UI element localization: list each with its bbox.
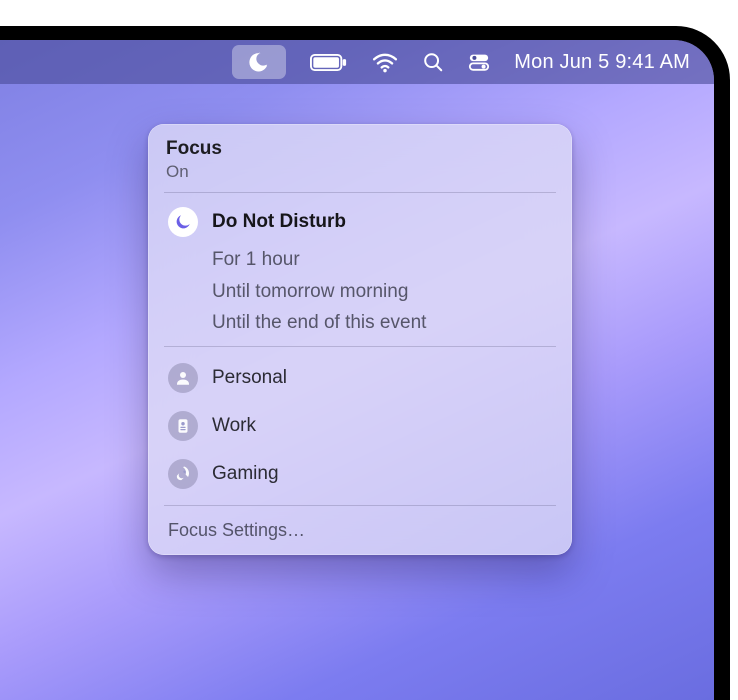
mode-personal[interactable]: Personal xyxy=(166,359,554,397)
battery-icon[interactable] xyxy=(310,53,348,72)
menu-bar-clock[interactable]: Mon Jun 5 9:41 AM xyxy=(514,51,690,74)
menu-bar: Mon Jun 5 9:41 AM xyxy=(0,40,714,84)
mode-gaming[interactable]: Gaming xyxy=(166,455,554,493)
mode-label: Gaming xyxy=(212,463,279,485)
dnd-option-tomorrow-morning[interactable]: Until tomorrow morning xyxy=(212,279,554,305)
rocket-icon xyxy=(168,459,198,489)
mode-label: Personal xyxy=(212,367,287,389)
separator xyxy=(164,346,556,347)
focus-dropdown-panel: Focus On Do Not Disturb For 1 hour Until… xyxy=(148,124,572,555)
focus-menu-button[interactable] xyxy=(232,45,286,79)
screen: Mon Jun 5 9:41 AM Focus On Do Not Distur… xyxy=(0,40,714,700)
badge-icon xyxy=(168,411,198,441)
moon-icon xyxy=(168,207,198,237)
mode-work[interactable]: Work xyxy=(166,407,554,445)
moon-icon xyxy=(248,51,270,73)
panel-header: Focus On xyxy=(166,138,554,182)
panel-title: Focus xyxy=(166,138,554,160)
dnd-duration-options: For 1 hour Until tomorrow morning Until … xyxy=(166,247,554,336)
control-center-icon[interactable] xyxy=(468,51,490,73)
mode-label: Do Not Disturb xyxy=(212,211,346,233)
spotlight-icon[interactable] xyxy=(422,51,444,73)
panel-status: On xyxy=(166,162,554,182)
focus-settings-link[interactable]: Focus Settings… xyxy=(166,516,554,543)
wifi-icon[interactable] xyxy=(372,51,398,73)
mode-label: Work xyxy=(212,415,256,437)
separator xyxy=(164,192,556,193)
separator xyxy=(164,505,556,506)
dnd-option-end-of-event[interactable]: Until the end of this event xyxy=(212,310,554,336)
person-icon xyxy=(168,363,198,393)
mode-do-not-disturb[interactable]: Do Not Disturb xyxy=(166,203,554,241)
mode-list: Personal Work xyxy=(166,357,554,495)
device-bezel: Mon Jun 5 9:41 AM Focus On Do Not Distur… xyxy=(0,26,730,700)
dnd-option-1-hour[interactable]: For 1 hour xyxy=(212,247,554,273)
